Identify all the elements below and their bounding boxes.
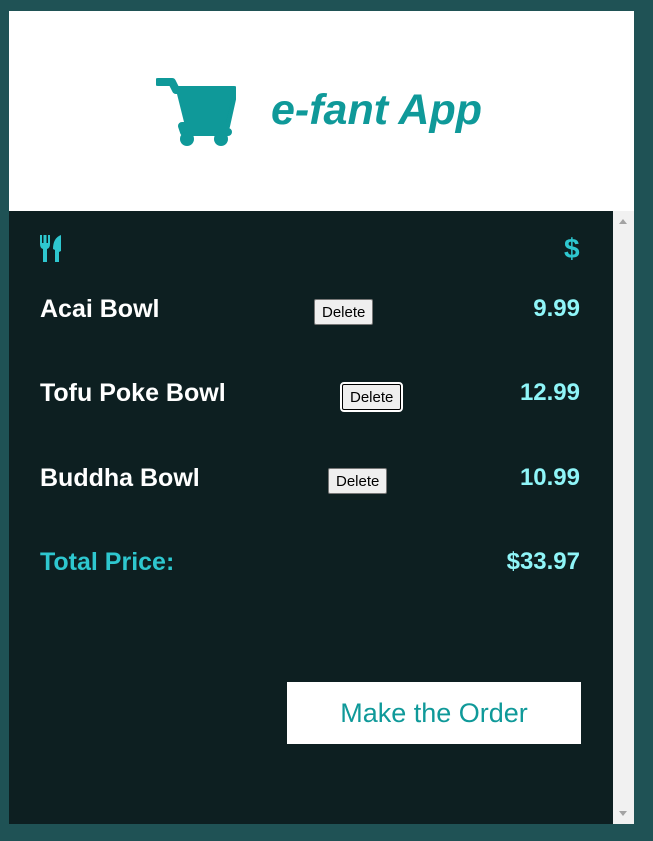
item-price: 9.99	[533, 295, 580, 322]
app-title: e-fant App	[271, 86, 482, 134]
fork-knife-icon	[40, 235, 61, 262]
scrollbar[interactable]	[613, 211, 634, 824]
total-price-value: $33.97	[506, 548, 580, 575]
cart-panel: $ Acai Bowl Delete 9.99 Tofu Poke Bowl D…	[9, 211, 613, 824]
app-header: e-fant App	[9, 11, 634, 211]
scroll-up-arrow-icon[interactable]	[619, 219, 627, 224]
item-name: Acai Bowl	[40, 295, 160, 323]
make-order-button[interactable]: Make the Order	[287, 682, 581, 744]
total-price-label: Total Price:	[40, 548, 175, 576]
item-price: 10.99	[519, 464, 580, 491]
item-name: Buddha Bowl	[40, 464, 200, 492]
shopping-cart-icon	[156, 78, 236, 146]
item-price: 12.99	[519, 379, 580, 406]
delete-button[interactable]: Delete	[339, 382, 404, 412]
app-window: e-fant App $ Acai Bowl Delete 9.99 Tofu …	[9, 11, 634, 824]
scroll-down-arrow-icon[interactable]	[619, 811, 627, 816]
delete-button[interactable]: Delete	[328, 468, 388, 494]
item-name: Tofu Poke Bowl	[40, 379, 226, 407]
dollar-icon: $	[564, 233, 580, 264]
delete-button[interactable]: Delete	[314, 299, 374, 325]
